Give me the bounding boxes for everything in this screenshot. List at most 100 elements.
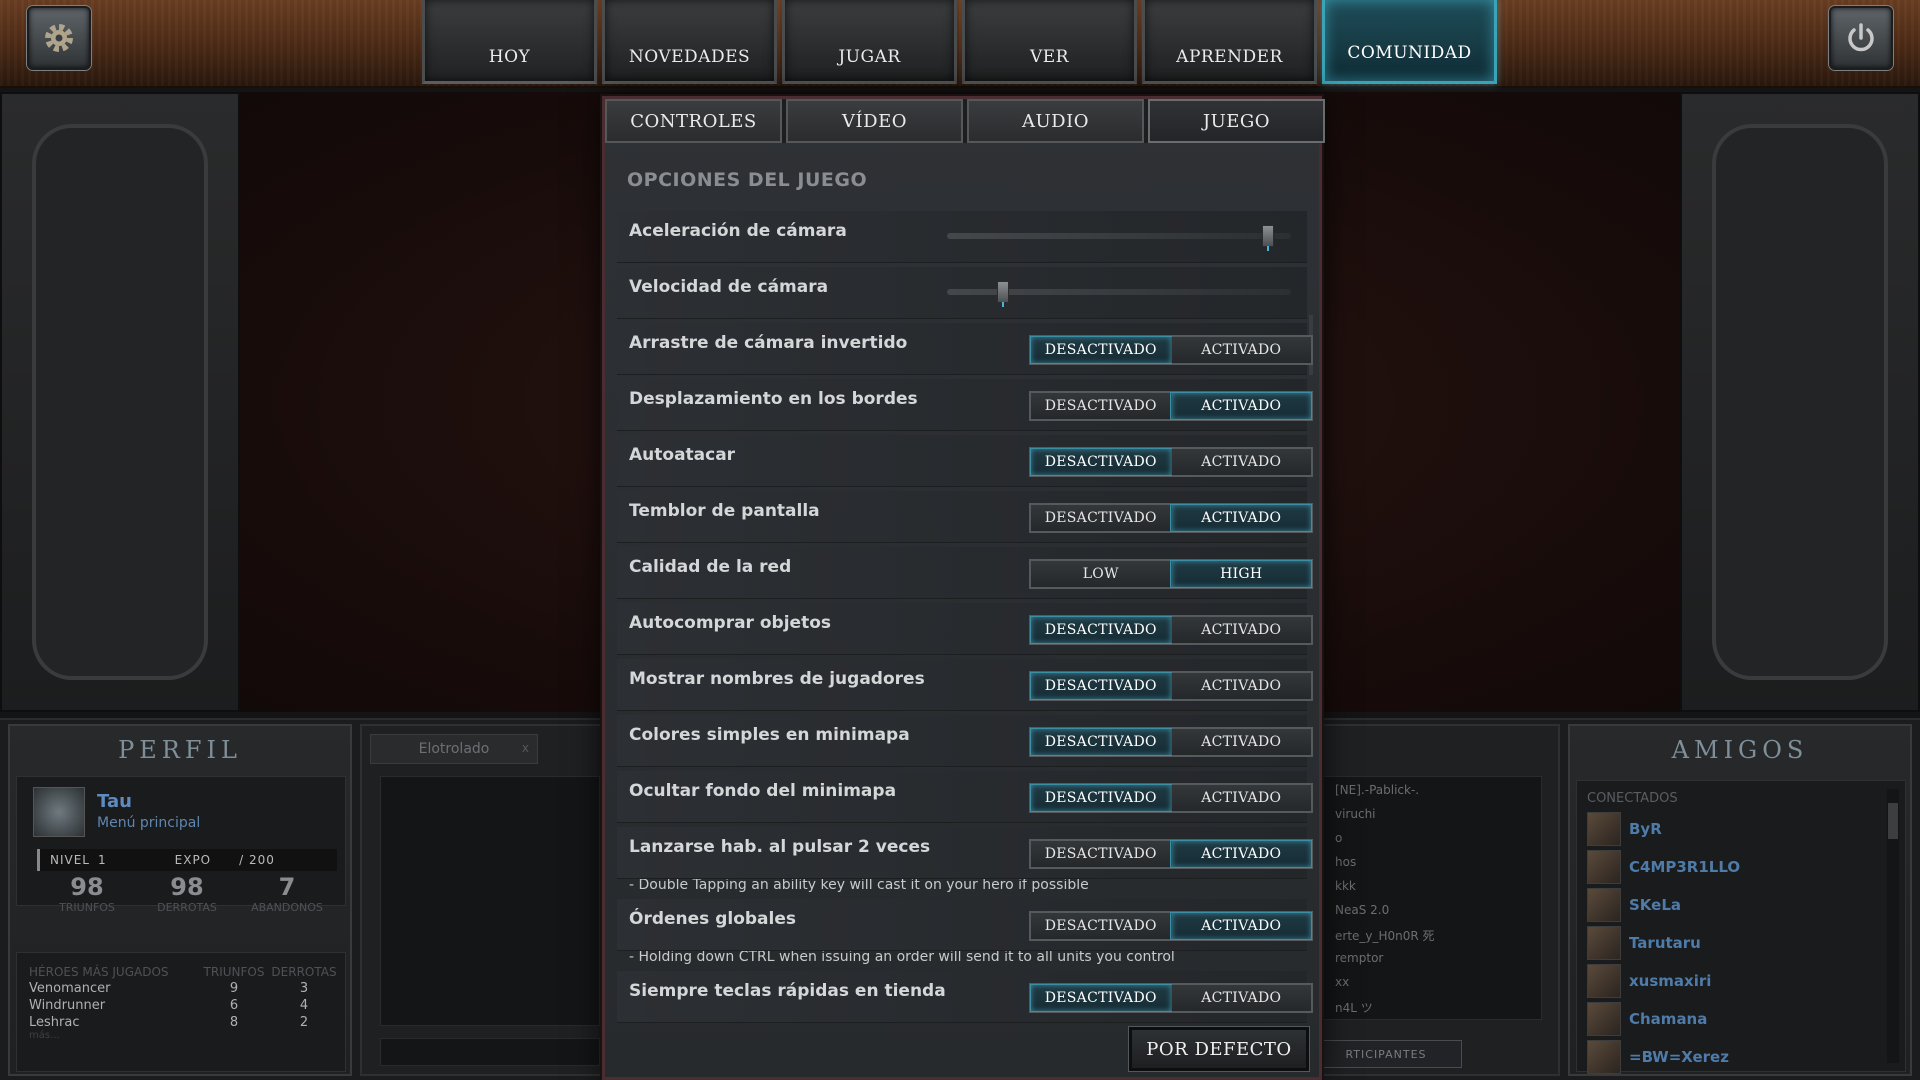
toggle-off-button[interactable]: DESACTIVADO <box>1031 337 1171 363</box>
setting-label: Temblor de pantalla <box>629 501 820 521</box>
left-decor-inner <box>32 124 208 680</box>
profile-status: Menú principal <box>97 815 201 831</box>
participant[interactable]: kkk <box>1335 879 1541 903</box>
participant[interactable]: o <box>1335 831 1541 855</box>
right-decor-inner <box>1712 124 1888 680</box>
stat-losses-label: DERROTAS <box>157 901 217 914</box>
friends-title: AMIGOS <box>1671 736 1809 764</box>
toggle-off-button[interactable]: DESACTIVADO <box>1031 393 1171 419</box>
friend-item[interactable]: Chamana <box>1577 1000 1905 1038</box>
heroes-title: HÉROES MÁS JUGADOS <box>29 965 169 979</box>
exp-label: EXPO <box>174 853 212 867</box>
participant[interactable]: hos <box>1335 855 1541 879</box>
tab-audio[interactable]: AUDIO <box>967 99 1144 143</box>
toggle-on-button[interactable]: ACTIVADO <box>1170 505 1311 531</box>
profile-stats: 98 TRIUNFOS 98 DERROTAS 7 ABANDONOS <box>37 873 337 914</box>
tab-novedades[interactable]: NOVEDADES <box>602 0 777 84</box>
friend-item[interactable]: =BW=Xerez <box>1577 1038 1905 1076</box>
tab-juego[interactable]: JUEGO <box>1148 99 1325 143</box>
chat-tab-elotrolado[interactable]: Elotrolado x <box>370 734 538 764</box>
profile-name[interactable]: Tau <box>97 791 132 812</box>
setting-label: Lanzarse hab. al pulsar 2 veces <box>629 837 931 857</box>
toggle-on-button[interactable]: ACTIVADO <box>1170 673 1311 699</box>
toggle-on-button[interactable]: ACTIVADO <box>1170 393 1311 419</box>
camera-speed-slider[interactable] <box>947 281 1291 307</box>
tab-comunidad[interactable]: COMUNIDAD <box>1322 0 1497 84</box>
reset-defaults-button[interactable]: POR DEFECTO <box>1129 1027 1309 1071</box>
participant[interactable]: NeaS 2.0 <box>1335 903 1541 927</box>
chat-input[interactable] <box>380 1038 600 1066</box>
participants-list: [NE].-Pablick-. viruchi o hos kkk NeaS 2… <box>1322 776 1542 1020</box>
setting-auto-buy-items: Autocomprar objetos DESACTIVADO ACTIVADO <box>617 603 1313 655</box>
tab-aprender[interactable]: APRENDER <box>1142 0 1317 84</box>
friends-online-label: CONECTADOS <box>1587 791 1678 806</box>
camera-acceleration-slider[interactable] <box>947 225 1291 251</box>
participant[interactable]: erte_y_H0n0R 死 <box>1335 927 1541 951</box>
tab-jugar[interactable]: JUGAR <box>782 0 957 84</box>
participants-button[interactable]: RTICIPANTES <box>1310 1040 1462 1068</box>
toggle-off-button[interactable]: DESACTIVADO <box>1031 617 1171 643</box>
toggle-on-button[interactable]: ACTIVADO <box>1170 337 1311 363</box>
stat-losses-value: 98 <box>170 873 204 901</box>
toggle-off-button[interactable]: DESACTIVADO <box>1031 785 1171 811</box>
toggle-off-button[interactable]: DESACTIVADO <box>1031 505 1171 531</box>
toggle-off-button[interactable]: DESACTIVADO <box>1031 985 1171 1011</box>
slider-handle[interactable] <box>997 281 1009 307</box>
tab-controles[interactable]: CONTROLES <box>605 99 782 143</box>
toggle-off-button[interactable]: DESACTIVADO <box>1031 913 1171 939</box>
stat-abandons-label: ABANDONOS <box>251 901 323 914</box>
slider-handle[interactable] <box>1262 225 1274 251</box>
avatar <box>1587 888 1621 922</box>
participant[interactable]: [NE].-Pablick-. <box>1335 783 1541 807</box>
toggle-on-button[interactable]: ACTIVADO <box>1170 785 1311 811</box>
friend-item[interactable]: ByR <box>1577 810 1905 848</box>
setting-camera-speed: Velocidad de cámara <box>617 267 1307 319</box>
toggle-off-button[interactable]: DESACTIVADO <box>1031 729 1171 755</box>
hero-wins: 6 <box>229 998 239 1013</box>
close-icon[interactable]: x <box>522 741 529 755</box>
toggle-high-button[interactable]: HIGH <box>1170 561 1311 587</box>
friend-item[interactable]: C4MP3R1LLO <box>1577 848 1905 886</box>
toggle-on-button[interactable]: ACTIVADO <box>1170 913 1311 939</box>
table-row[interactable]: Windrunner 6 4 <box>17 996 345 1013</box>
toggle-on-button[interactable]: ACTIVADO <box>1170 729 1311 755</box>
table-row[interactable]: Leshrac 8 2 <box>17 1013 345 1030</box>
participant[interactable]: remptor <box>1335 951 1541 975</box>
participant[interactable]: xx <box>1335 975 1541 999</box>
setting-description: - Holding down CTRL when issuing an orde… <box>629 949 1175 965</box>
toggle-off-button[interactable]: DESACTIVADO <box>1031 841 1171 867</box>
stat-wins-label: TRIUNFOS <box>59 901 115 914</box>
avatar[interactable] <box>33 787 85 837</box>
left-decor-panel <box>0 92 240 712</box>
tab-hoy[interactable]: HOY <box>422 0 597 84</box>
setting-label: Autoatacar <box>629 445 736 465</box>
level-bar: NIVEL 1 EXPO / 200 <box>37 849 337 871</box>
toggle-on-button[interactable]: ACTIVADO <box>1170 449 1311 475</box>
settings-button[interactable] <box>27 6 91 70</box>
toggle: DESACTIVADO ACTIVADO <box>1029 335 1313 365</box>
toggle-on-button[interactable]: ACTIVADO <box>1170 617 1311 643</box>
hero-wins: 8 <box>229 1015 239 1030</box>
table-row[interactable]: Venomancer 9 3 <box>17 979 345 996</box>
participant[interactable]: n4L ツ <box>1335 999 1541 1019</box>
friends-list: CONECTADOS ByR C4MP3R1LLO SKeLa Tarutaru… <box>1576 780 1906 1074</box>
toggle-on-button[interactable]: ACTIVADO <box>1170 841 1311 867</box>
toggle-on-button[interactable]: ACTIVADO <box>1170 985 1311 1011</box>
settings-dialog: CONTROLES VÍDEO AUDIO JUEGO OPCIONES DEL… <box>602 96 1325 1080</box>
heroes-header: HÉROES MÁS JUGADOS TRIUNFOS DERROTAS <box>17 953 345 979</box>
friend-item[interactable]: SKeLa <box>1577 886 1905 924</box>
toggle-off-button[interactable]: DESACTIVADO <box>1031 449 1171 475</box>
power-button[interactable] <box>1829 6 1893 70</box>
toggle-off-button[interactable]: DESACTIVADO <box>1031 673 1171 699</box>
friends-scrollbar[interactable] <box>1887 789 1899 1063</box>
participant[interactable]: viruchi <box>1335 807 1541 831</box>
friend-item[interactable]: Tarutaru <box>1577 924 1905 962</box>
avatar <box>1587 964 1621 998</box>
toggle-low-button[interactable]: LOW <box>1031 561 1171 587</box>
tab-ver[interactable]: VER <box>962 0 1137 84</box>
scrollbar-thumb[interactable] <box>1888 803 1898 839</box>
friend-item[interactable]: xusmaxiri <box>1577 962 1905 1000</box>
stat-losses: 98 DERROTAS <box>137 873 237 914</box>
heroes-more-link[interactable]: más... <box>17 1030 345 1041</box>
tab-video[interactable]: VÍDEO <box>786 99 963 143</box>
